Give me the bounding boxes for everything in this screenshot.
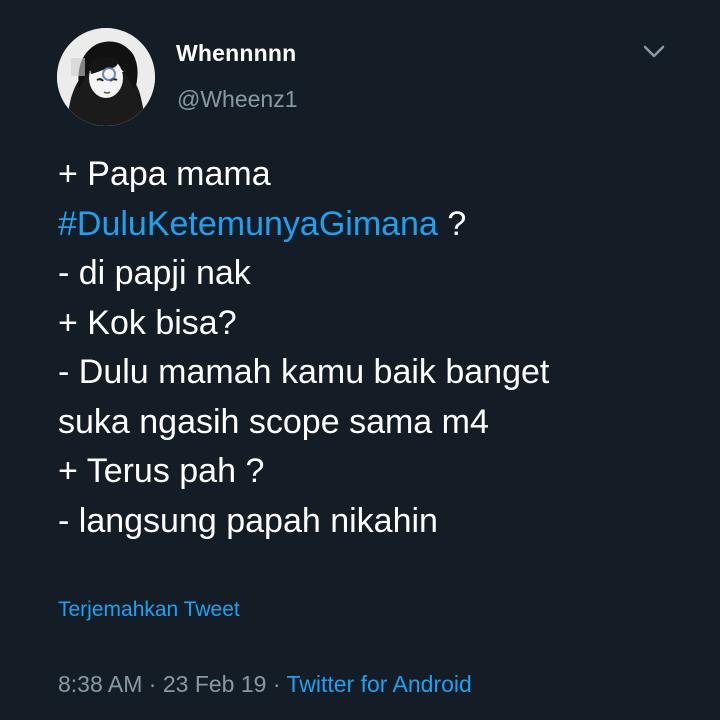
tweet-meta: 8:38 AM · 23 Feb 19 · Twitter for Androi… — [58, 671, 472, 698]
chevron-down-icon[interactable] — [640, 40, 668, 64]
tweet-date[interactable]: 23 Feb 19 — [163, 671, 267, 697]
tweet-card: Whennnnn @Wheenz1 + Papa mama #DuluKetem… — [0, 0, 720, 720]
tweet-line: - langsung papah nikahin — [58, 501, 438, 540]
tweet-source-link[interactable]: Twitter for Android — [286, 671, 471, 697]
meta-separator: · — [266, 671, 287, 697]
tweet-line: - Dulu mamah kamu baik banget — [58, 353, 550, 391]
tweet-line: + Terus pah ? — [58, 452, 265, 490]
translate-tweet-link[interactable]: Terjemahkan Tweet — [58, 598, 240, 622]
author-handle[interactable]: @Wheenz1 — [177, 86, 298, 113]
tweet-line: + Kok bisa? — [58, 303, 237, 342]
tweet-time[interactable]: 8:38 AM — [58, 671, 142, 697]
hashtag-link[interactable]: #DuluKetemunyaGimana — [58, 205, 438, 243]
tweet-text: + Papa mama #DuluKetemunyaGimana ? - di … — [58, 150, 698, 546]
tweet-line: suka ngasih scope sama m4 — [58, 402, 489, 441]
tweet-line: + Papa mama — [58, 155, 271, 193]
avatar[interactable] — [57, 28, 155, 126]
tweet-line: - di papji nak — [58, 254, 251, 292]
meta-separator: · — [142, 671, 163, 697]
tweet-line-suffix: ? — [437, 204, 467, 243]
tweet-line: #DuluKetemunyaGimana ? — [58, 200, 698, 250]
avatar-image — [57, 28, 155, 126]
author-display-name[interactable]: Whennnnn — [176, 40, 296, 67]
